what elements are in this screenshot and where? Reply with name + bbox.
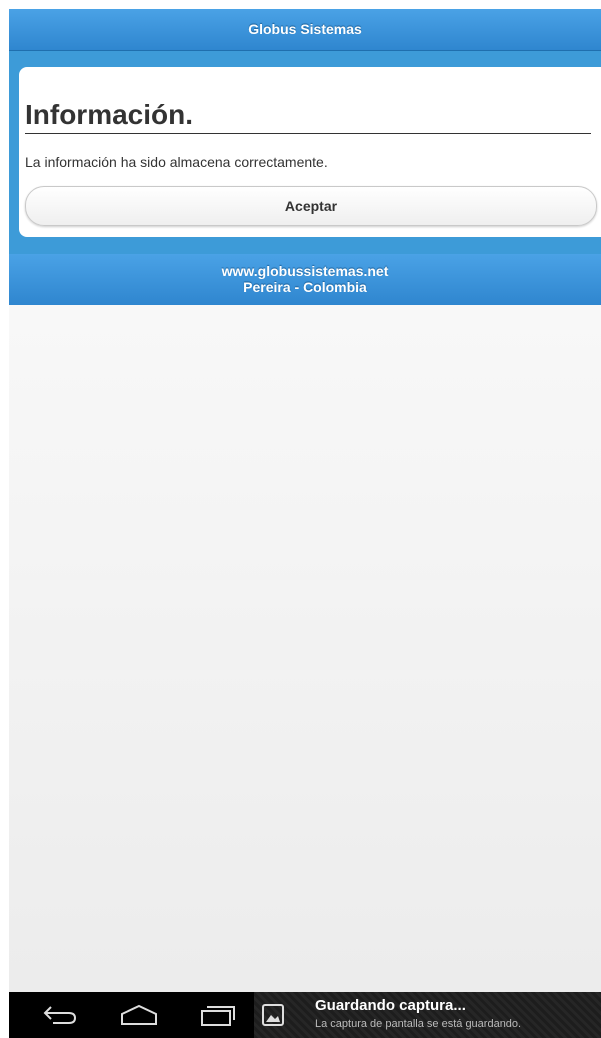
back-icon: [43, 1006, 77, 1024]
accept-button[interactable]: Aceptar: [25, 186, 597, 226]
home-button[interactable]: [105, 992, 165, 1038]
back-button[interactable]: [27, 992, 87, 1038]
content-area: [9, 305, 601, 992]
footer-bar: www.globussistemas.net Pereira - Colombi…: [9, 254, 601, 305]
screenshot-notification[interactable]: Guardando captura... La captura de panta…: [254, 992, 601, 1038]
app-screen: Globus Sistemas Información. La informac…: [9, 9, 601, 1038]
info-dialog: Información. La información ha sido alma…: [19, 67, 601, 237]
system-navbar: Guardando captura... La captura de panta…: [9, 992, 601, 1038]
footer-website: www.globussistemas.net: [221, 263, 389, 279]
notification-subtitle: La captura de pantalla se está guardando…: [315, 1018, 522, 1030]
dialog-message: La información ha sido almacena correcta…: [25, 154, 328, 170]
recent-apps-button[interactable]: [184, 992, 244, 1038]
notification-title: Guardando captura...: [315, 997, 466, 1014]
home-icon: [121, 1004, 157, 1025]
dialog-overlay: Información. La información ha sido alma…: [9, 51, 601, 254]
recent-apps-icon: [201, 1006, 235, 1026]
footer-location: Pereira - Colombia: [243, 279, 367, 295]
dialog-title: Información.: [25, 97, 591, 134]
header-title: Globus Sistemas: [248, 21, 362, 37]
header-bar: Globus Sistemas: [9, 9, 601, 51]
image-icon: [262, 1004, 284, 1026]
